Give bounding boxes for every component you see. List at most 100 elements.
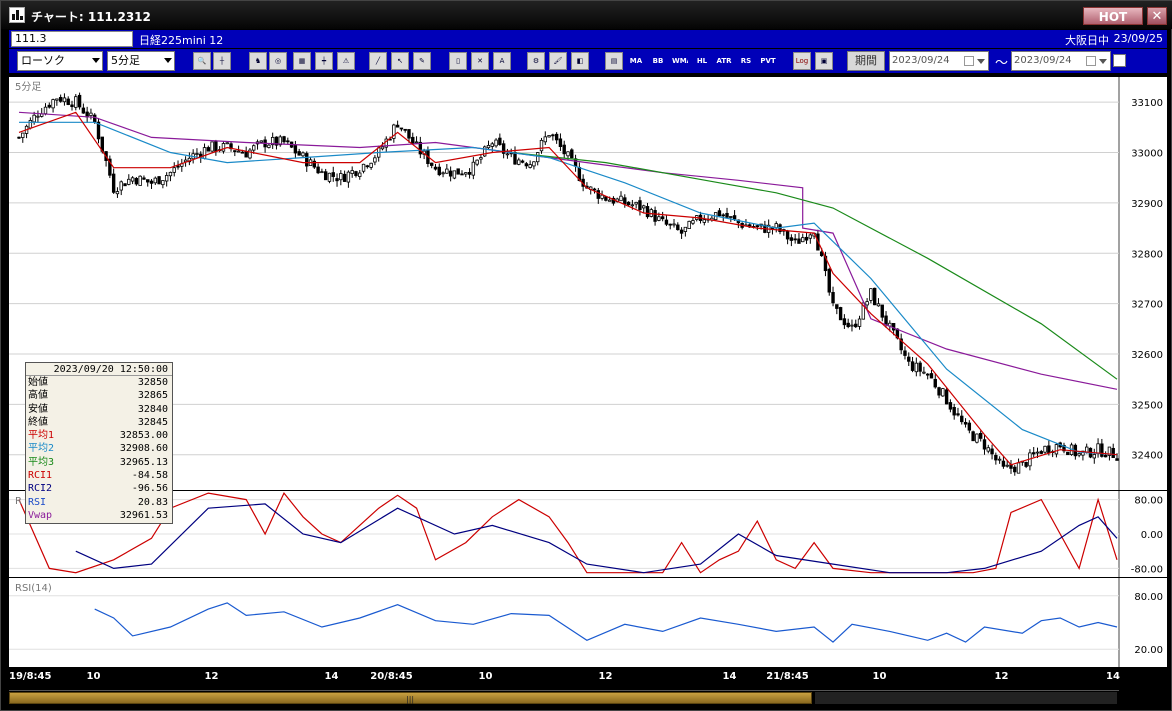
- y-axis-tick-label: 32700: [1131, 300, 1163, 311]
- session-label: 大阪日中: [1065, 34, 1109, 47]
- title-bar[interactable]: チャート: 111.2312 HOT ✕: [1, 1, 1172, 29]
- chart-type-select[interactable]: ローソク: [17, 51, 103, 71]
- scroll-thumb[interactable]: |||: [9, 692, 812, 704]
- candle-body: [32, 114, 36, 123]
- candle-body: [774, 223, 778, 229]
- candle-body: [448, 170, 453, 177]
- zoom-icon[interactable]: 🔍: [193, 52, 211, 70]
- candle-body: [997, 458, 1002, 461]
- toolbar: ローソク 5分足 🔍 ┼ ♞ ◎ ▦ ┿ ⚠ ╱ ↖ ✎ ▯ ✕ A ⚙ 🖌 ◧…: [9, 49, 1167, 73]
- candle-body: [914, 362, 919, 373]
- chart-area[interactable]: 33100 33000 32900 32800 32700 32600 32500 32400…: [9, 77, 1167, 667]
- pen-icon[interactable]: ✎: [413, 52, 431, 70]
- search-chart-icon[interactable]: ◎: [269, 52, 287, 70]
- candle-body: [793, 238, 797, 241]
- candle-body: [236, 150, 241, 153]
- start-date-picker[interactable]: 2023/09/24: [889, 51, 989, 71]
- delete-all-icon[interactable]: A: [493, 52, 511, 70]
- atr-button[interactable]: ATR: [715, 52, 733, 70]
- candle-body: [910, 361, 915, 371]
- bull-bear-icon[interactable]: ♞: [249, 52, 267, 70]
- brush-icon[interactable]: 🖌: [549, 52, 567, 70]
- chart-window: チャート: 111.2312 HOT ✕ 111.3 日経225mini 12 …: [0, 0, 1172, 711]
- candle-body: [331, 172, 335, 177]
- price-pane-title: 5分足: [15, 81, 41, 93]
- end-date-picker[interactable]: 2023/09/24: [1011, 51, 1111, 71]
- x-axis-tick-label: 12: [994, 671, 1009, 682]
- candle-body: [619, 195, 623, 202]
- ma-button[interactable]: MA: [627, 52, 645, 70]
- candle-body: [804, 236, 809, 241]
- scroll-track[interactable]: [815, 692, 1117, 704]
- candle-body: [479, 157, 483, 160]
- hl-button[interactable]: HL: [693, 52, 711, 70]
- candle-body: [551, 134, 555, 137]
- symbol-name: 日経225mini 12: [139, 34, 224, 47]
- candle-body: [221, 143, 226, 152]
- data-window-value: -96.56: [131, 483, 168, 495]
- end-date-checkbox[interactable]: [1113, 54, 1126, 67]
- candle-body: [146, 179, 150, 183]
- data-window-value: 32908.60: [119, 443, 168, 455]
- chart-type-value: ローソク: [21, 54, 65, 67]
- period-button[interactable]: 期間: [847, 51, 885, 71]
- data-window-label: 安値: [28, 403, 48, 415]
- candle-body: [55, 98, 59, 101]
- candle-body: [869, 288, 873, 301]
- candle-body: [441, 172, 445, 175]
- candle-body: [168, 171, 173, 177]
- candle-body: [172, 167, 176, 173]
- candle-body: [1103, 454, 1108, 458]
- pointer-icon[interactable]: ↖: [391, 52, 409, 70]
- hot-button[interactable]: HOT: [1083, 7, 1143, 25]
- candle-body: [47, 104, 51, 108]
- candle-body: [876, 303, 881, 307]
- data-window-value: 32840: [137, 403, 168, 415]
- fibonacci-icon[interactable]: ⚙: [527, 52, 545, 70]
- data-window-value: 32850: [137, 377, 168, 388]
- alert-icon[interactable]: ⚠: [337, 52, 355, 70]
- candle-body: [43, 106, 48, 115]
- candle-body: [1115, 458, 1119, 461]
- candle-body: [990, 448, 994, 455]
- data-window-time: 2023/09/20 12:50:00: [26, 363, 172, 376]
- pivot-table-icon[interactable]: ▤: [605, 52, 623, 70]
- symbol-code-input[interactable]: 111.3: [11, 31, 133, 47]
- color-palette-icon[interactable]: ◧: [571, 52, 589, 70]
- candle-body: [301, 152, 305, 157]
- candle-body: [399, 127, 404, 130]
- crosshair-icon[interactable]: ┼: [213, 52, 231, 70]
- y-axis-tick-label: 20.00: [1134, 645, 1163, 656]
- rs-button[interactable]: RS: [737, 52, 755, 70]
- interval-value: 5分足: [111, 54, 140, 67]
- candle-body: [729, 216, 733, 218]
- candle-body: [373, 157, 377, 163]
- candle-body: [28, 120, 33, 129]
- wma-button[interactable]: WMA: [671, 52, 689, 70]
- candle-body: [259, 140, 264, 143]
- candle-body: [1066, 451, 1070, 456]
- bar-icon[interactable]: ▯: [449, 52, 467, 70]
- candle-body: [66, 98, 70, 105]
- close-button[interactable]: ✕: [1147, 7, 1167, 25]
- log-button[interactable]: Log: [793, 52, 811, 70]
- screen-icon[interactable]: ▣: [815, 52, 833, 70]
- delete-line-icon[interactable]: ✕: [471, 52, 489, 70]
- bb-button[interactable]: BB: [649, 52, 667, 70]
- chart-grid-icon[interactable]: ▦: [293, 52, 311, 70]
- candle-body: [963, 421, 968, 425]
- candle-body: [687, 220, 691, 229]
- candle-body: [842, 318, 847, 326]
- candle-body: [865, 301, 869, 306]
- candle-body: [604, 196, 608, 201]
- candle-body: [607, 199, 612, 202]
- candle-body: [929, 373, 934, 379]
- horizontal-scrollbar[interactable]: |||: [9, 690, 1119, 704]
- candle-body: [339, 173, 343, 181]
- pvt-button[interactable]: PVT: [759, 52, 777, 70]
- interval-select[interactable]: 5分足: [107, 51, 175, 71]
- draw-line-icon[interactable]: ╱: [369, 52, 387, 70]
- candle-marker-icon[interactable]: ┿: [315, 52, 333, 70]
- candle-body: [1035, 451, 1040, 454]
- candle-body: [240, 151, 245, 154]
